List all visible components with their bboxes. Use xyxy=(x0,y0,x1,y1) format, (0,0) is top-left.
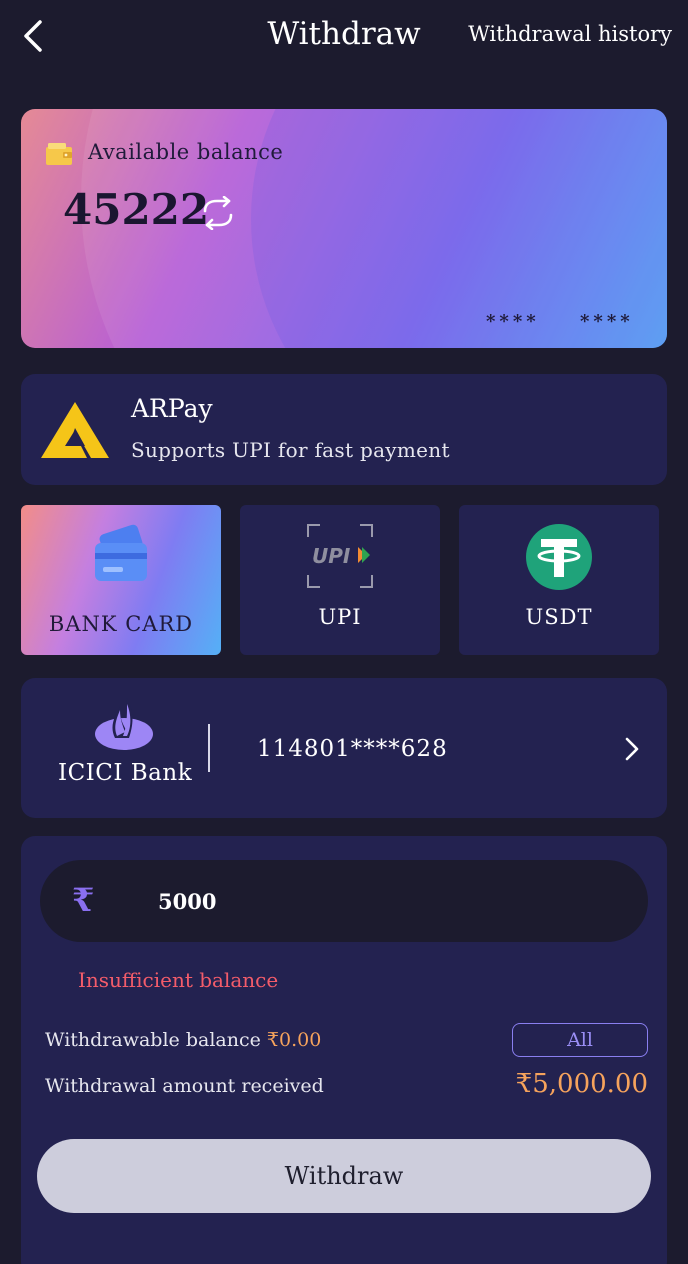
divider xyxy=(208,724,210,772)
method-label: UPI xyxy=(318,605,362,629)
method-label: USDT xyxy=(525,605,593,629)
withdraw-page: Withdraw Withdrawal history Available ba… xyxy=(0,0,688,1264)
available-balance-value: 45222 xyxy=(63,185,210,234)
card-number-mask: **** xyxy=(580,311,634,332)
provider-name: ARPay xyxy=(131,394,213,423)
rupee-icon: ₹ xyxy=(72,881,95,919)
balance-card: Available balance 45222 **** **** xyxy=(21,109,667,348)
error-message: Insufficient balance xyxy=(78,968,279,992)
method-upi[interactable]: UPI UPI xyxy=(240,505,440,655)
method-bank-card[interactable]: BANK CARD xyxy=(21,505,221,655)
tether-icon xyxy=(526,524,592,590)
bank-card-icon xyxy=(95,524,147,581)
svg-text:UPI: UPI xyxy=(312,544,351,568)
withdrawable-balance-value: ₹0.00 xyxy=(266,1029,322,1051)
withdrawable-balance-label: Withdrawable balance xyxy=(45,1029,261,1051)
received-amount-label: Withdrawal amount received xyxy=(45,1075,324,1097)
card-number-mask: **** xyxy=(486,311,540,332)
amount-panel: ₹ Insufficient balance Withdrawable bala… xyxy=(21,836,667,1264)
bank-name: ICICI Bank xyxy=(58,760,193,786)
amount-input-wrapper[interactable]: ₹ xyxy=(40,860,648,942)
available-balance-label: Available balance xyxy=(88,140,284,164)
wallet-icon xyxy=(46,143,72,165)
payment-provider: ARPay Supports UPI for fast payment xyxy=(21,374,667,485)
received-amount-value: ₹5,000.00 xyxy=(515,1069,648,1099)
method-usdt[interactable]: USDT xyxy=(459,505,659,655)
account-number: 114801****628 xyxy=(257,736,448,762)
chevron-right-icon xyxy=(625,737,639,761)
all-button[interactable]: All xyxy=(512,1023,648,1057)
upi-logo-icon: UPI xyxy=(307,524,373,588)
withdrawable-balance: Withdrawable balance ₹0.00 xyxy=(45,1029,321,1051)
withdrawal-history-link[interactable]: Withdrawal history xyxy=(468,22,672,46)
amount-input[interactable] xyxy=(158,880,598,922)
provider-description: Supports UPI for fast payment xyxy=(131,438,450,462)
arpay-logo xyxy=(41,402,109,458)
bank-flame-icon xyxy=(95,698,153,750)
method-label: BANK CARD xyxy=(48,612,194,636)
withdraw-button[interactable]: Withdraw xyxy=(37,1139,651,1213)
bank-account-selector[interactable]: ICICI Bank 114801****628 xyxy=(21,678,667,818)
refresh-icon[interactable] xyxy=(197,196,239,230)
